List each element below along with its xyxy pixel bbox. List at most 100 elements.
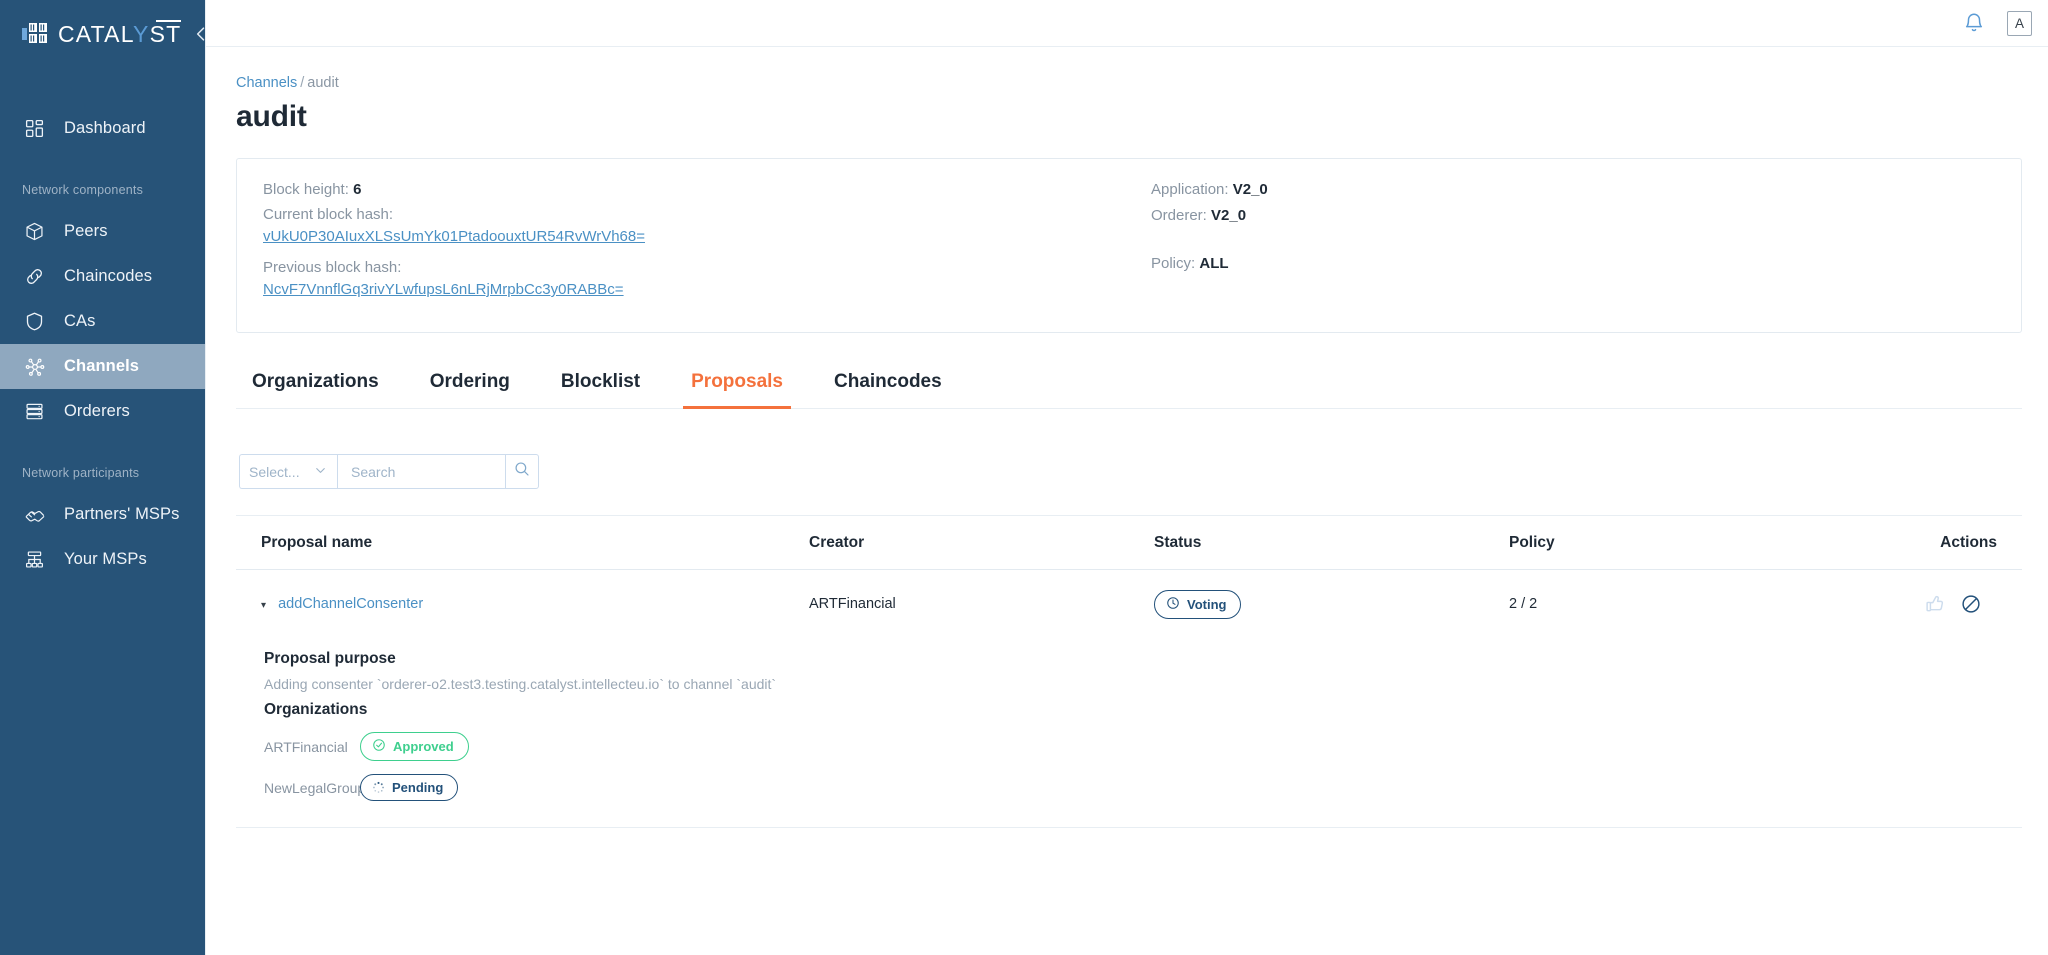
tab-proposals[interactable]: Proposals [683, 371, 791, 409]
sidebar-item-label: Partners' MSPs [64, 505, 180, 523]
catalyst-logo-icon [22, 23, 48, 45]
tab-organizations[interactable]: Organizations [244, 371, 387, 409]
previous-hash-label: Previous block hash: [263, 259, 402, 276]
brand-part-first: CATAL [58, 20, 134, 47]
ban-icon[interactable] [1960, 593, 1982, 615]
network-nodes-icon [22, 354, 47, 379]
breadcrumb-current: audit [307, 75, 339, 91]
block-height-value: 6 [353, 181, 362, 198]
orderer-value: V2_0 [1211, 207, 1247, 224]
organization-name: NewLegalGroup [264, 779, 366, 796]
channel-info-card: Block height: 6 Current block hash: vUkU… [236, 158, 2022, 333]
proposal-name-cell: ▾ addChannelConsenter [244, 596, 809, 612]
breadcrumb-separator: / [300, 75, 305, 91]
organizations-heading: Organizations [264, 701, 368, 718]
policy-label: Policy: [1151, 255, 1196, 272]
sidebar-item-your-msps[interactable]: Your MSPs [0, 537, 205, 582]
policy-cell: 2 / 2 [1509, 596, 1538, 612]
brand-part-last: ST [149, 20, 182, 47]
sidebar-item-label: Peers [64, 222, 108, 240]
spinner-icon [372, 781, 385, 794]
proposal-purpose-text: Adding consenter `orderer-o2.test3.testi… [264, 676, 777, 692]
search-icon [513, 460, 531, 483]
organization-row: NewLegalGroup Pending [264, 774, 2022, 801]
sidebar-item-cas[interactable]: CAs [0, 299, 205, 344]
brand-overbar [156, 19, 182, 22]
sidebar-group-network-participants: Network participants [22, 466, 140, 480]
column-header-actions: Actions [1940, 533, 1997, 551]
brand: CATALYST [0, 8, 205, 60]
sidebar-group-network-components: Network components [22, 183, 144, 197]
status-cell: Voting [1154, 589, 1509, 619]
current-hash-label: Current block hash: [263, 206, 394, 223]
sidebar-item-channels[interactable]: Channels [0, 344, 205, 389]
chevron-down-icon [313, 463, 328, 481]
application-value: V2_0 [1232, 181, 1268, 198]
organization-row: ARTFinancial Approved [264, 732, 2022, 761]
sidebar-item-label: Dashboard [64, 119, 146, 137]
clock-icon [1166, 596, 1180, 613]
sidebar-item-chaincodes[interactable]: Chaincodes [0, 254, 205, 299]
organization-status-label: Approved [393, 739, 454, 754]
channel-info-right: Application: V2_0 Orderer: V2_0 Policy: … [1107, 178, 1995, 310]
channel-info-left: Block height: 6 Current block hash: vUkU… [263, 178, 1107, 310]
column-header-proposal-name: Proposal name [261, 533, 373, 551]
proposal-purpose-heading: Proposal purpose [264, 650, 396, 667]
actions-cell [1924, 593, 2014, 615]
previous-hash-link[interactable]: NcvF7VnnflGq3rivYLwfupsL6nLRjMrpbCc3y0RA… [263, 279, 1107, 301]
topbar: A [206, 0, 2048, 47]
current-hash-link[interactable]: vUkU0P30AIuxXLSsUmYk01PtadoouxtUR54RvWrV… [263, 226, 1107, 248]
shield-icon [22, 309, 47, 334]
bell-icon[interactable] [1963, 12, 1985, 34]
proposal-name-link[interactable]: addChannelConsenter [278, 596, 423, 612]
column-header-policy: Policy [1509, 533, 1555, 551]
thumbs-up-icon[interactable] [1924, 593, 1946, 615]
caret-down-icon[interactable]: ▾ [261, 600, 266, 611]
column-header-status: Status [1154, 533, 1202, 551]
cube-icon [22, 219, 47, 244]
sidebar-item-label: Your MSPs [64, 550, 147, 568]
avatar[interactable]: A [2007, 10, 2032, 36]
block-height-row: Block height: 6 [263, 178, 1107, 202]
organization-status-badge: Pending [360, 774, 459, 801]
sidebar: CATALYST Dashboard Network components Pe… [0, 0, 205, 955]
tab-ordering[interactable]: Ordering [422, 371, 518, 409]
application-label: Application: [1151, 181, 1229, 198]
filter-select[interactable]: Select... [239, 454, 337, 489]
sidebar-item-label: Chaincodes [64, 267, 153, 285]
tab-bar: Organizations Ordering Blocklist Proposa… [236, 371, 2022, 409]
tab-chaincodes[interactable]: Chaincodes [826, 371, 950, 409]
proposals-table: Proposal name Creator Status Policy Acti… [236, 515, 2022, 828]
breadcrumb: Channels / audit [236, 75, 2022, 91]
block-height-label: Block height: [263, 181, 349, 198]
tab-blocklist[interactable]: Blocklist [553, 371, 648, 409]
sidebar-item-partners-msps[interactable]: Partners' MSPs [0, 492, 205, 537]
policy-row: Policy: ALL [1151, 252, 1995, 276]
application-row: Application: V2_0 [1151, 178, 1995, 202]
search-input[interactable] [349, 462, 494, 481]
sidebar-item-label: Channels [64, 357, 140, 375]
sidebar-item-peers[interactable]: Peers [0, 209, 205, 254]
handshake-icon [22, 502, 47, 527]
creator-cell: ARTFinancial [809, 596, 896, 612]
sidebar-item-dashboard[interactable]: Dashboard [0, 106, 205, 151]
breadcrumb-link-channels[interactable]: Channels [236, 75, 297, 91]
orderer-label: Orderer: [1151, 207, 1207, 224]
filter-bar: Select... [239, 454, 2022, 489]
page-content: Channels / audit audit Block height: 6 Cur… [206, 47, 2048, 828]
search-field[interactable] [337, 454, 505, 489]
sidebar-item-orderers[interactable]: Orderers [0, 389, 205, 434]
column-header-creator: Creator [809, 533, 865, 551]
organization-status-label: Pending [392, 780, 444, 795]
orderer-row: Orderer: V2_0 [1151, 204, 1995, 228]
grid-icon [22, 116, 47, 141]
organization-status-badge: Approved [360, 732, 469, 761]
page-title: audit [236, 100, 307, 133]
table-row[interactable]: ▾ addChannelConsenter ARTFinancial Votin… [236, 570, 2022, 638]
search-button[interactable] [505, 454, 539, 489]
filter-select-value: Select... [249, 463, 300, 480]
org-chart-icon [22, 547, 47, 572]
status-badge: Voting [1154, 589, 1242, 619]
proposal-detail-panel: Proposal purpose Adding consenter `order… [236, 638, 2022, 828]
